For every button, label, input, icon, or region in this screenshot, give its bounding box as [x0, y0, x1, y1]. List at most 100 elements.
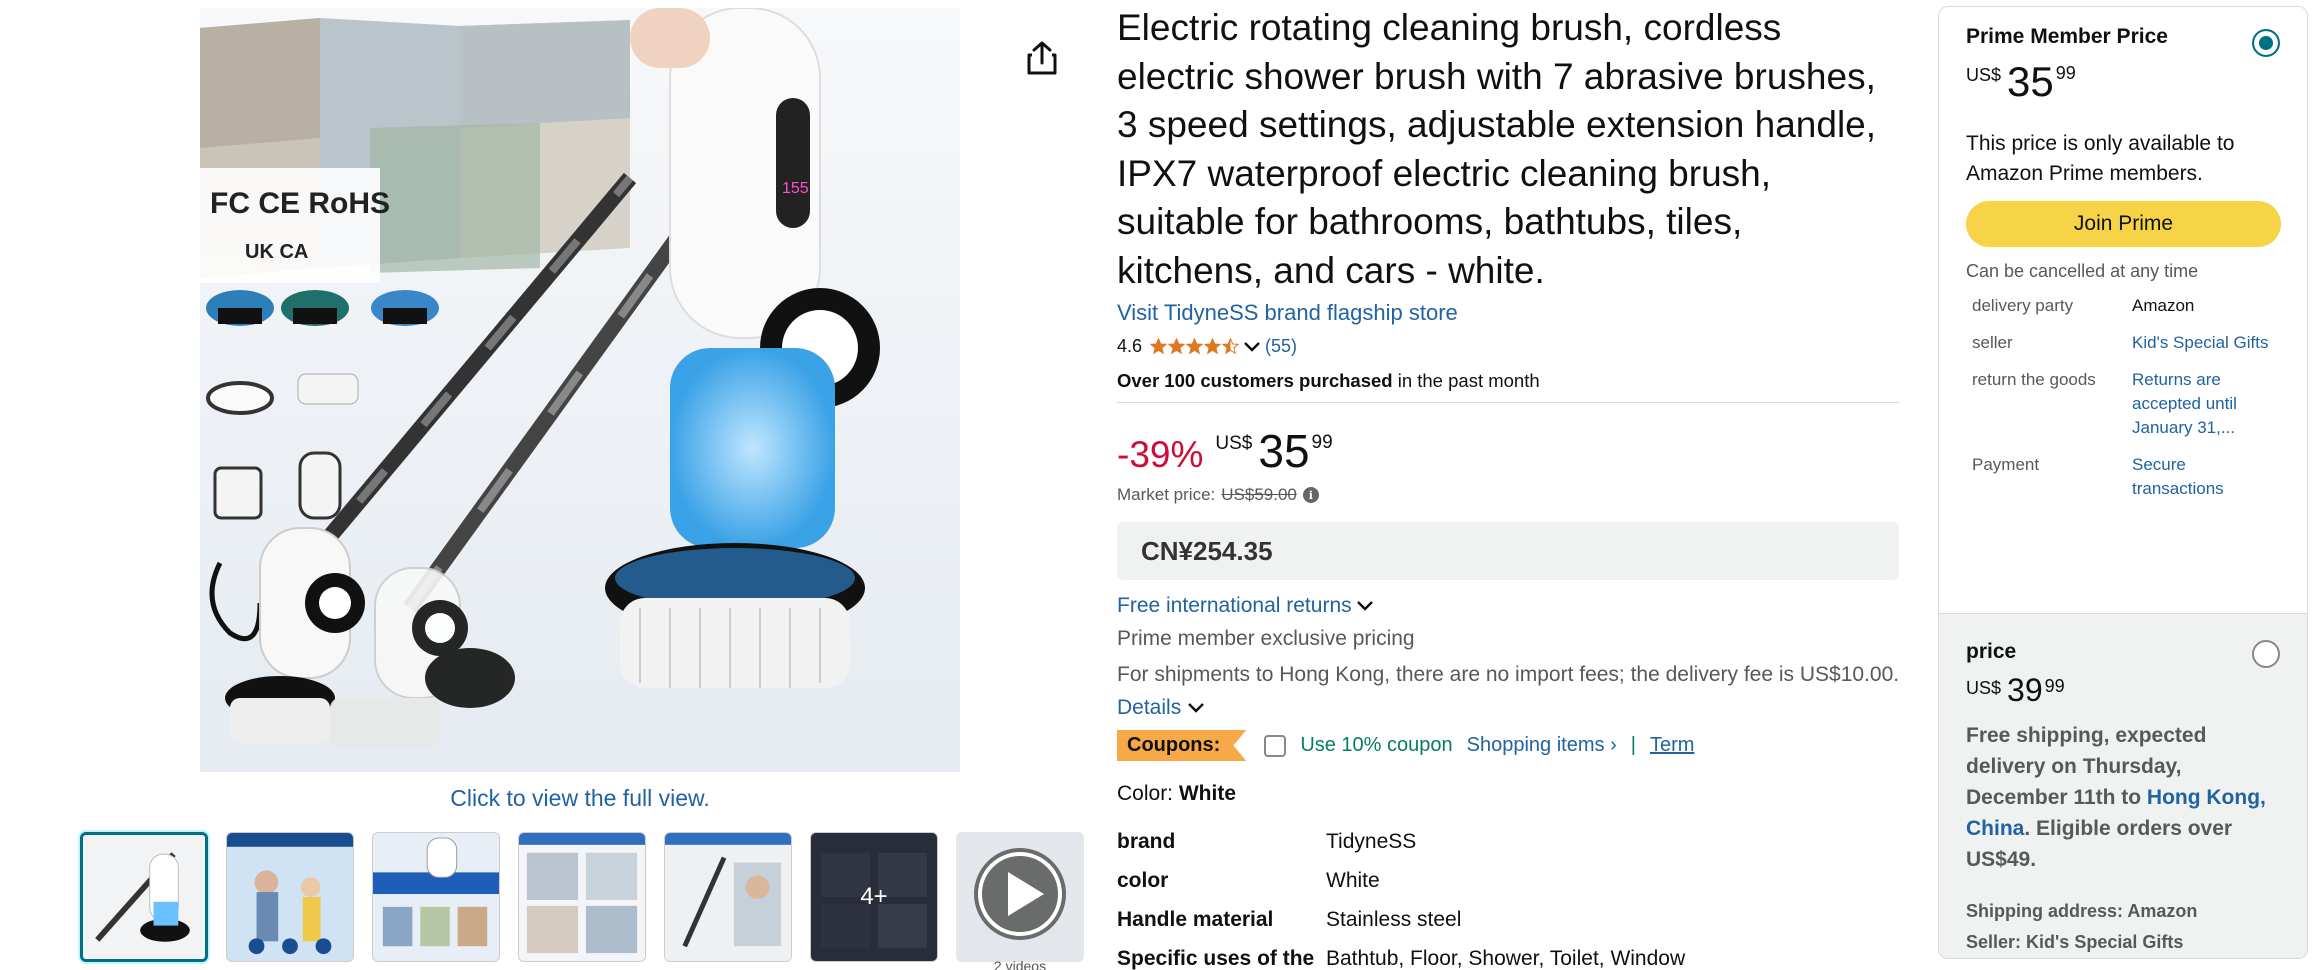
play-icon: [956, 832, 1084, 962]
returns-policy-link[interactable]: Returns are accepted until January 31,..…: [2126, 368, 2280, 453]
seller-link[interactable]: Kid's Special Gifts: [2126, 331, 2280, 368]
purchase-stats: Over 100 customers purchased in the past…: [1117, 370, 1540, 392]
shopping-items-link[interactable]: Shopping items ›: [1467, 734, 1617, 757]
buy-box: Prime Member Price US$ 35 99 This price …: [1938, 6, 2308, 959]
thumbnail-5[interactable]: [664, 832, 792, 962]
purchase-stats-bold: Over 100 customers purchased: [1117, 370, 1393, 391]
price-currency: US$: [1966, 65, 2002, 85]
color-selector: Color: White: [1117, 782, 1236, 806]
main-product-image[interactable]: FC CE RoHS UK CA 155: [200, 8, 960, 772]
full-view-link[interactable]: Click to view the full view.: [330, 785, 830, 812]
prime-offer-title: Prime Member Price: [1966, 25, 2168, 48]
share-button[interactable]: [1012, 28, 1072, 88]
review-count-link[interactable]: (55): [1265, 336, 1297, 357]
rating-value: 4.6: [1117, 336, 1143, 356]
separator: |: [1630, 734, 1636, 756]
thumbnail-2[interactable]: [226, 832, 354, 962]
detail-value: Amazon: [2132, 296, 2195, 315]
spec-row: Handle material Stainless steel: [1117, 908, 1685, 947]
thumbnail-image: [83, 835, 205, 959]
rating-stars[interactable]: [1150, 338, 1240, 355]
prime-offer[interactable]: Prime Member Price US$ 35 99 This price …: [1939, 7, 2307, 613]
returns-policy-text[interactable]: Returns are accepted until January 31,..…: [2132, 370, 2237, 437]
coupon-text[interactable]: Use 10% coupon: [1300, 734, 1452, 757]
prime-pricing-note: Prime member exclusive pricing: [1117, 627, 1415, 650]
price-whole: 35: [1258, 425, 1310, 477]
coupon-row: Coupons: Use 10% coupon Shopping items ›…: [1117, 730, 1694, 761]
seller-link-text[interactable]: Kid's Special Gifts: [2132, 333, 2268, 352]
price-whole: 39: [2007, 672, 2043, 708]
spec-value: TidyneSS: [1326, 830, 1417, 853]
offer-detail-row: delivery party Amazon: [1966, 294, 2280, 331]
regular-offer-price: US$ 39 99: [1966, 674, 2280, 706]
thumbnail-1[interactable]: [80, 832, 208, 962]
product-specs-table: brand TidyneSS color White Handle material…: [1117, 830, 1685, 970]
price-currency: US$: [1215, 433, 1253, 454]
spec-row: brand TidyneSS: [1117, 830, 1685, 869]
chevron-down-icon: [1356, 601, 1373, 611]
color-value: White: [1178, 782, 1237, 805]
offer-detail-row: return the goods Returns are accepted unt…: [1966, 368, 2280, 453]
coupon-terms-link[interactable]: Term: [1650, 734, 1694, 757]
prime-offer-radio[interactable]: [2252, 29, 2280, 57]
thumbnail-3[interactable]: [372, 832, 500, 962]
chevron-down-icon[interactable]: [1243, 341, 1261, 353]
star-icon: [1150, 338, 1168, 355]
thumbnail-image: [227, 833, 353, 961]
market-price: Market price: US$59.00 i: [1117, 485, 1319, 505]
prime-only-note: This price is only available to Amazon P…: [1966, 132, 2235, 185]
spec-value: Bathtub, Floor, Shower, Toilet, Window: [1326, 947, 1686, 970]
price-fraction: 99: [2044, 676, 2065, 696]
price-fraction: 99: [2055, 63, 2076, 83]
regular-offer-radio[interactable]: [2252, 640, 2280, 668]
thumbnail-4[interactable]: [518, 832, 646, 962]
cert-badge: FC CE RoHS UK CA: [200, 168, 390, 283]
shopping-items-label: Shopping items: [1466, 734, 1605, 756]
chevron-down-icon: [1188, 703, 1204, 713]
info-icon[interactable]: i: [1302, 487, 1319, 503]
svg-text:UK CA: UK CA: [245, 241, 308, 263]
spec-key: color: [1117, 869, 1169, 892]
star-icon: [1204, 338, 1222, 355]
more-media-overlay: 4+: [811, 833, 937, 961]
spec-value: Stainless steel: [1326, 908, 1462, 931]
delivery-estimate: Free shipping, expected delivery on Thur…: [1966, 720, 2280, 875]
import-fees-note: For shipments to Hong Kong, there are no…: [1117, 658, 1917, 724]
payment-text[interactable]: Secure transactions: [2132, 455, 2224, 498]
join-prime-button[interactable]: Join Prime: [1966, 201, 2281, 247]
thumbnail-image: [665, 833, 791, 961]
price-fraction: 99: [1311, 432, 1333, 453]
price-block: -39% US$ 35 99: [1117, 428, 1333, 476]
divider: [1117, 402, 1899, 403]
spec-value: White: [1326, 869, 1380, 892]
details-link[interactable]: Details: [1117, 696, 1205, 719]
discount-percent: -39%: [1117, 434, 1204, 475]
spec-row: Specific uses of the Bathtub, Floor, Show…: [1117, 947, 1685, 970]
cancel-note: Can be cancelled at any time: [1966, 261, 2199, 281]
free-returns-link[interactable]: Free international returns: [1117, 594, 1374, 618]
product-illustration: FC CE RoHS UK CA 155: [200, 8, 960, 772]
video-thumbnail[interactable]: [956, 832, 1084, 962]
spec-key: Handle material: [1117, 908, 1274, 931]
star-icon: [1222, 338, 1240, 355]
detail-key: delivery party: [1972, 296, 2074, 315]
price-currency: US$: [1966, 678, 2002, 698]
price-whole: 35: [2007, 58, 2054, 105]
coupon-checkbox[interactable]: [1264, 734, 1287, 757]
star-icon: [1186, 338, 1204, 355]
brand-store-link[interactable]: Visit TidyneSS brand flagship store: [1117, 300, 1458, 326]
shipping-address: Shipping address: Amazon: [1966, 901, 2198, 921]
seller-info: Seller: Kid's Special Gifts: [1966, 932, 2184, 952]
regular-offer[interactable]: price US$ 39 99 Free shipping, expected …: [1939, 613, 2307, 958]
thumbnail-6[interactable]: 4+: [810, 832, 938, 962]
spec-key: brand: [1117, 830, 1176, 853]
thumbnail-image: [373, 833, 499, 961]
chevron-right-icon: ›: [1610, 734, 1617, 756]
svg-text:155: 155: [782, 180, 809, 197]
spec-row: color White: [1117, 869, 1685, 908]
purchase-stats-rest: in the past month: [1392, 370, 1540, 391]
coupon-badge: Coupons:: [1117, 730, 1247, 761]
thumbnail-image: [519, 833, 645, 961]
payment-link[interactable]: Secure transactions: [2126, 453, 2280, 514]
free-returns-label: Free international returns: [1117, 594, 1352, 617]
